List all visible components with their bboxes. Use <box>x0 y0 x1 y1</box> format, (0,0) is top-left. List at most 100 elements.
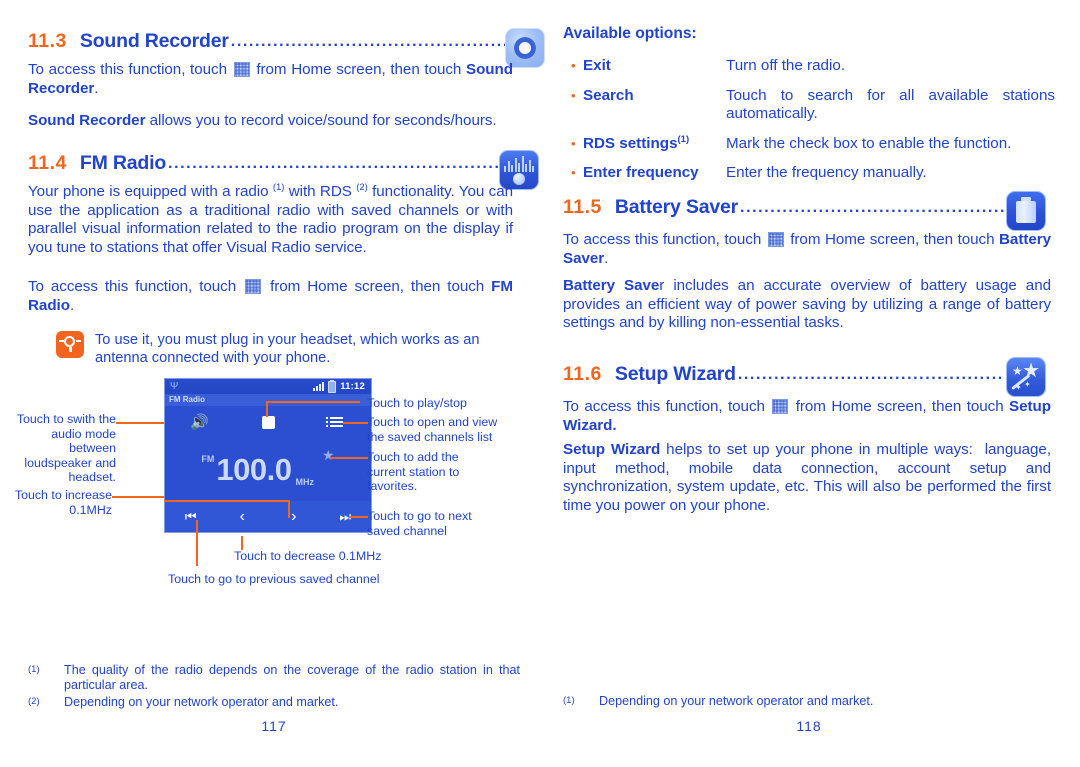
leader-line-decrease <box>164 500 289 502</box>
star-icon[interactable]: ★ <box>322 448 335 462</box>
battery-saver-icon <box>1006 191 1046 231</box>
option-description: Mark the check box to enable the functio… <box>726 134 1012 152</box>
sound-recorder-description-paragraph: Sound Recorder allows you to record voic… <box>28 112 497 129</box>
frequency-band-label: FM <box>201 454 215 464</box>
tip-callout: To use it, you must plug in your headset… <box>56 331 513 367</box>
fm-radio-access-paragraph: To access this function, touch from Home… <box>28 278 513 314</box>
option-term: Search <box>583 86 634 104</box>
phone-toolbar: 🔊 <box>165 406 371 438</box>
section-title: Battery Saver <box>614 196 739 218</box>
option-description: Enter the frequency manually. <box>726 164 927 182</box>
section-title: FM Radio <box>79 152 167 174</box>
bullet-icon: • <box>571 165 576 181</box>
leader-dots: ........................................… <box>230 34 516 50</box>
option-term: Enter frequency <box>583 164 699 182</box>
fm-radio-knob <box>513 173 525 185</box>
section-number: 11.6 <box>563 363 602 385</box>
leader-line-increase <box>112 496 164 498</box>
battery-saver-access-paragraph: To access this function, touch from Home… <box>563 231 1051 267</box>
setup-wizard-access-paragraph: To access this function, touch from Home… <box>563 398 1051 434</box>
speaker-icon[interactable]: 🔊 <box>165 415 234 430</box>
frequency-unit: MHz <box>295 477 315 487</box>
available-options-list: • Exit Turn off the radio. • Search Touc… <box>571 46 1055 183</box>
footnote-text: The quality of the radio depends on the … <box>64 663 520 693</box>
leader-line-add-favorite <box>330 457 368 459</box>
battery-icon <box>328 379 337 393</box>
frequency-value: 100.0 <box>216 452 292 487</box>
app-drawer-grid-icon <box>245 279 262 294</box>
leader-line-saved-list <box>343 422 368 424</box>
right-page-column: Available options: • Exit Turn off the r… <box>563 0 1055 767</box>
footnote-text: Depending on your network operator and m… <box>599 694 874 708</box>
option-description: Turn off the radio. <box>726 57 846 74</box>
tip-text: To use it, you must plug in your headset… <box>95 332 480 366</box>
leader-dots: ........................................… <box>737 367 1004 383</box>
option-row-search: • Search Touch to search for all availab… <box>571 87 1055 124</box>
footnote-row: (1) The quality of the radio depends on … <box>28 663 520 694</box>
section-number: 11.4 <box>28 152 67 174</box>
bullet-icon: • <box>571 135 576 151</box>
option-row-enter-frequency: • Enter frequency Enter the frequency ma… <box>571 164 1055 183</box>
right-page-footnotes: (1) Depending on your network operator a… <box>563 694 1055 710</box>
battery-saver-description-paragraph: Battery Saver includes an accurate overv… <box>563 277 1051 332</box>
setup-wizard-description-paragraph: Setup Wizard helps to set up your phone … <box>563 441 1051 514</box>
section-number: 11.5 <box>563 196 602 218</box>
leader-dots: ........................................… <box>168 156 516 172</box>
setup-wizard-icon: ★ ★ ✦ ✦ <box>1006 357 1046 397</box>
leader-dots: ........................................… <box>740 200 1007 216</box>
chevron-right-icon[interactable]: › <box>268 508 320 525</box>
callout-next-channel: Touch to go to next saved channel <box>367 509 472 538</box>
manual-page-spread: 11.3 Sound Recorder ....................… <box>0 0 1080 767</box>
sound-recorder-access-paragraph: To access this function, touch from Home… <box>28 61 513 97</box>
footnote-row: (1) Depending on your network operator a… <box>563 694 1055 709</box>
fm-radio-bars <box>504 155 534 172</box>
section-heading-setup-wizard: 11.6 Setup Wizard ......................… <box>563 363 1011 386</box>
phone-title-bar: FM Radio <box>165 394 371 406</box>
signal-bars-icon <box>313 382 325 391</box>
footnote-marker: (1) <box>563 695 575 706</box>
leader-line-play-stop <box>266 401 360 403</box>
footnote-marker: (1) <box>28 664 40 675</box>
option-term: Exit <box>583 57 611 74</box>
bullet-icon: • <box>571 87 576 103</box>
bullet-icon: • <box>571 58 576 73</box>
callout-previous-channel: Touch to go to previous saved channel <box>168 572 380 586</box>
phone-title-label: FM Radio <box>169 395 205 404</box>
option-term-footnote-marker: (1) <box>677 133 690 145</box>
skip-previous-icon[interactable]: ⏮ <box>165 510 217 523</box>
section-heading-fm-radio: 11.4 FM Radio ..........................… <box>28 152 520 175</box>
app-drawer-grid-icon <box>233 62 250 77</box>
leader-line-decrease-vertical <box>288 500 290 518</box>
star-small-icon: ★ <box>1012 364 1023 378</box>
stop-icon[interactable] <box>234 415 303 429</box>
callout-play-stop: Touch to play/stop <box>367 396 467 410</box>
section-title: Setup Wizard <box>614 363 736 385</box>
callout-saved-list: Touch to open and view the saved channel… <box>367 415 498 444</box>
app-drawer-grid-icon <box>772 399 789 414</box>
option-term-label: RDS settings <box>583 134 678 152</box>
section-heading-sound-recorder: 11.3 Sound Recorder ....................… <box>28 30 520 53</box>
status-bar-clock: 11:12 <box>340 381 365 392</box>
leader-line-decrease-stem <box>241 536 243 550</box>
usb-icon: Ψ <box>170 380 179 392</box>
callout-increase: Touch to increase 0.1MHz <box>14 488 112 517</box>
section-title: Sound Recorder <box>79 30 229 52</box>
option-description: Touch to search for all available statio… <box>726 86 1055 123</box>
callout-audio-mode: Touch to swith the audio mode between lo… <box>16 412 116 484</box>
fm-radio-intro-paragraph: Your phone is equipped with a radio (1) … <box>28 181 513 256</box>
page-number-left: 117 <box>261 718 287 734</box>
sparkle-icon: ✦ <box>1024 380 1031 389</box>
available-options-heading: Available options: <box>563 25 697 42</box>
leader-line-next-channel <box>349 516 368 518</box>
option-row-rds-settings: • RDS settings(1) Mark the check box to … <box>571 133 1055 154</box>
phone-frequency-display: FM 100.0 MHz ★ <box>165 438 371 501</box>
sparkle-icon: ✦ <box>1015 383 1022 392</box>
left-page-footnotes: (1) The quality of the radio depends on … <box>28 663 520 711</box>
callout-add-favorite: Touch to add the current station to favo… <box>367 450 460 493</box>
option-term: RDS settings(1) <box>583 133 726 154</box>
option-row-exit: • Exit Turn off the radio. <box>571 57 1055 76</box>
app-drawer-grid-icon <box>767 232 784 247</box>
callout-decrease: Touch to decrease 0.1MHz <box>234 549 382 563</box>
chevron-left-icon[interactable]: ‹ <box>217 508 269 525</box>
status-bar-right: 11:12 <box>313 379 365 393</box>
